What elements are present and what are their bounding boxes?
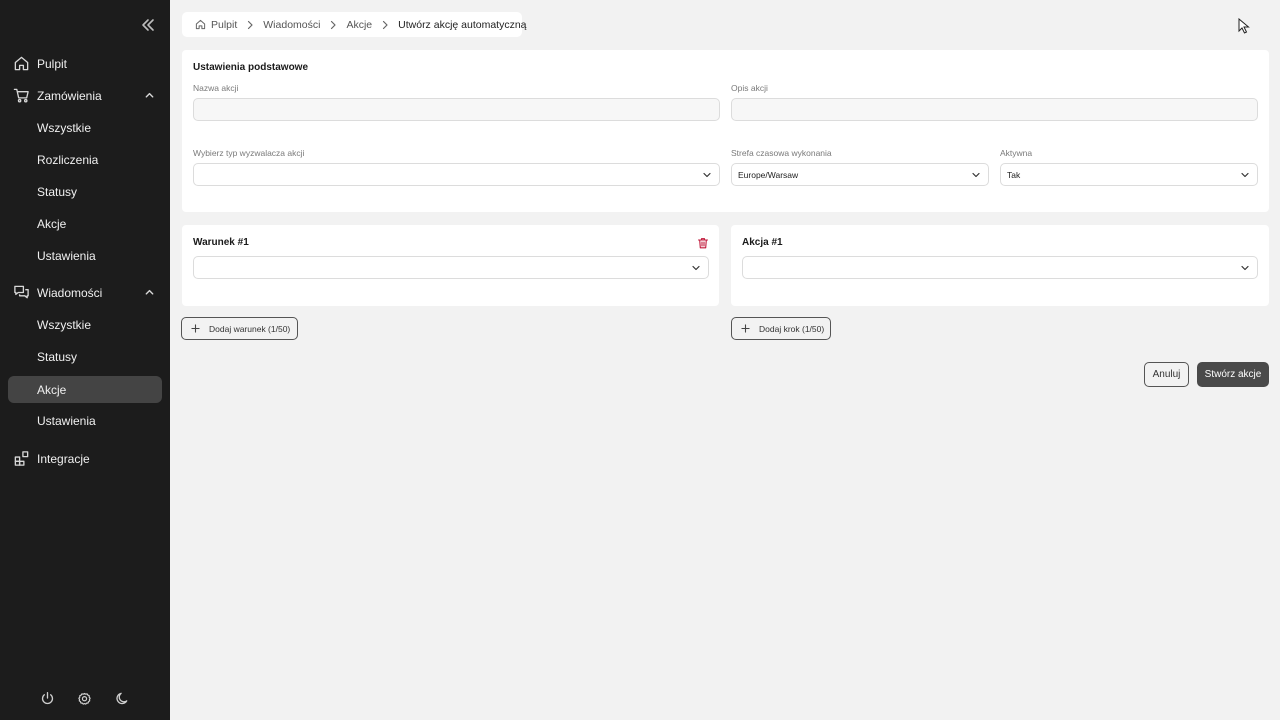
sidebar-item-label: Zamówienia	[37, 88, 102, 103]
gear-icon[interactable]	[77, 691, 92, 706]
breadcrumb: Pulpit Wiadomości Akcje Utwórz akcję aut…	[182, 12, 527, 37]
integrations-icon	[13, 450, 30, 467]
breadcrumb-current: Utwórz akcję automatyczną	[398, 18, 527, 31]
breadcrumb-akcje[interactable]: Akcje	[346, 19, 372, 31]
breadcrumb-pulpit[interactable]: Pulpit	[211, 19, 237, 31]
trigger-type-select[interactable]	[193, 163, 720, 186]
action-title: Akcja #1	[742, 237, 783, 248]
chevron-down-icon	[691, 263, 701, 273]
sidebar-subitem-ustawienia[interactable]: Ustawienia	[8, 242, 162, 269]
sidebar-item-label: Statusy	[37, 349, 78, 364]
sidebar-subitem-wszystkie[interactable]: Wszystkie	[8, 311, 162, 338]
sidebar: Pulpit Zamówienia Wszystkie Rozliczenia …	[0, 0, 170, 720]
timezone-label: Strefa czasowa wykonania	[731, 148, 832, 158]
sidebar-subitem-akcje[interactable]: Akcje	[8, 210, 162, 237]
chevron-down-icon	[702, 170, 712, 180]
sidebar-item-label: Pulpit	[37, 56, 68, 71]
sidebar-item-label: Akcje	[37, 216, 67, 231]
mouse-cursor-icon	[1238, 17, 1250, 34]
sidebar-item-label: Ustawienia	[37, 413, 96, 428]
chevron-right-icon	[380, 20, 390, 30]
basic-settings-title: Ustawienia podstawowe	[193, 62, 309, 73]
sidebar-item-label: Wiadomości	[37, 285, 103, 300]
add-condition-button[interactable]: Dodaj warunek (1/50)	[181, 317, 298, 340]
active-select[interactable]: Tak	[1000, 163, 1258, 186]
add-step-label: Dodaj krok (1/50)	[759, 323, 825, 334]
chevron-down-icon	[1240, 263, 1250, 273]
action-select[interactable]	[742, 256, 1258, 279]
sidebar-subitem-statusy[interactable]: Statusy	[8, 178, 162, 205]
timezone-value: Europe/Warsaw	[738, 169, 799, 180]
timezone-select[interactable]: Europe/Warsaw	[731, 163, 989, 186]
chevron-down-icon	[971, 170, 981, 180]
plus-icon	[741, 324, 750, 333]
add-condition-label: Dodaj warunek (1/50)	[209, 323, 291, 334]
cart-icon	[13, 87, 30, 104]
plus-icon	[191, 324, 200, 333]
action-name-input[interactable]	[193, 98, 720, 121]
condition-title: Warunek #1	[193, 237, 249, 248]
add-step-button[interactable]: Dodaj krok (1/50)	[731, 317, 831, 340]
sidebar-subitem-wszystkie[interactable]: Wszystkie	[8, 114, 162, 141]
home-icon	[13, 55, 30, 72]
sidebar-item-label: Rozliczenia	[37, 152, 99, 167]
sidebar-item-label: Wszystkie	[37, 120, 91, 135]
chevron-right-icon	[245, 20, 255, 30]
chevron-down-icon	[1240, 170, 1250, 180]
sidebar-item-label: Akcje	[37, 382, 67, 397]
sidebar-item-pulpit[interactable]: Pulpit	[8, 50, 162, 77]
sidebar-subitem-statusy[interactable]: Statusy	[8, 343, 162, 370]
action-card: Akcja #1	[731, 225, 1269, 306]
collapse-sidebar-icon[interactable]	[139, 16, 157, 34]
sidebar-item-wiadomosci[interactable]: Wiadomości	[8, 279, 162, 306]
home-icon[interactable]	[195, 19, 206, 30]
breadcrumb-wiadomosci[interactable]: Wiadomości	[263, 19, 320, 31]
create-action-button[interactable]: Stwórz akcje	[1197, 362, 1269, 387]
action-name-label: Nazwa akcji	[193, 83, 239, 93]
moon-icon[interactable]	[115, 691, 130, 706]
action-description-input[interactable]	[731, 98, 1258, 121]
sidebar-item-label: Statusy	[37, 184, 78, 199]
basic-settings-card: Ustawienia podstawowe Nazwa akcji Opis a…	[182, 50, 1269, 212]
chevron-up-icon	[144, 90, 155, 101]
sidebar-item-label: Integracje	[37, 451, 90, 466]
sidebar-subitem-rozliczenia[interactable]: Rozliczenia	[8, 146, 162, 173]
sidebar-item-zamowienia[interactable]: Zamówienia	[8, 82, 162, 109]
sidebar-item-label: Ustawienia	[37, 248, 96, 263]
condition-card: Warunek #1	[182, 225, 719, 306]
power-icon[interactable]	[40, 691, 55, 706]
sidebar-subitem-akcje-active[interactable]: Akcje	[8, 376, 162, 403]
messages-icon	[13, 284, 30, 301]
active-value: Tak	[1007, 169, 1021, 180]
condition-select[interactable]	[193, 256, 709, 279]
chevron-right-icon	[328, 20, 338, 30]
active-label: Aktywna	[1000, 148, 1033, 158]
sidebar-subitem-ustawienia[interactable]: Ustawienia	[8, 407, 162, 434]
cancel-button[interactable]: Anuluj	[1144, 362, 1189, 387]
trash-icon[interactable]	[697, 236, 709, 249]
trigger-type-label: Wybierz typ wyzwalacza akcji	[193, 148, 305, 158]
action-description-label: Opis akcji	[731, 83, 768, 93]
chevron-up-icon	[144, 287, 155, 298]
sidebar-item-integracje[interactable]: Integracje	[8, 445, 162, 472]
sidebar-item-label: Wszystkie	[37, 317, 91, 332]
